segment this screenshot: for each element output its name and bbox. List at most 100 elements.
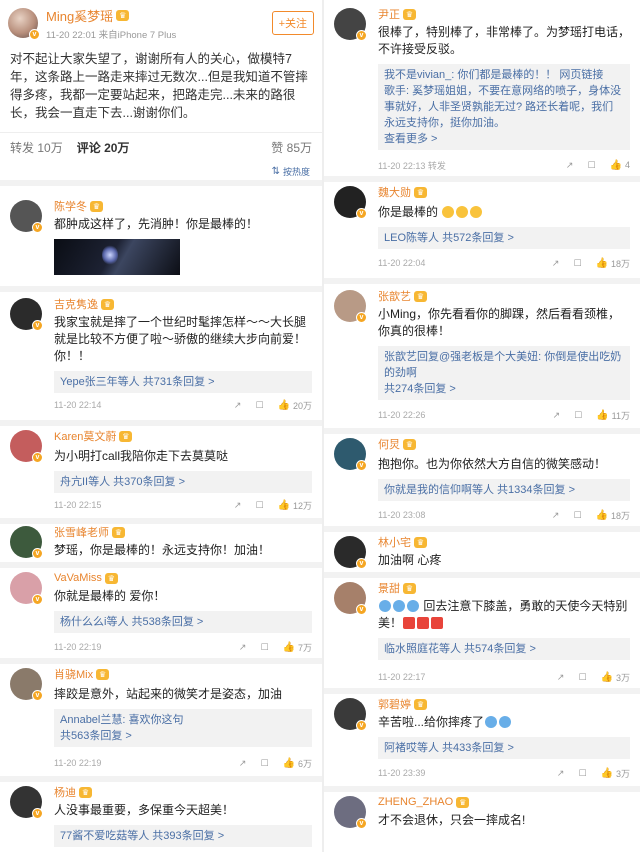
tab-repost[interactable]: 转发 10万 bbox=[10, 139, 63, 156]
share-icon[interactable]: ↗ bbox=[553, 410, 561, 421]
reply-icon[interactable]: ☐ bbox=[573, 510, 581, 521]
commenter-name[interactable]: 景甜 bbox=[378, 580, 400, 596]
reply-summary[interactable]: 张歆艺回复@强老板是个大美妞: 你倒是使出吃奶的劲啊 共274条回复 > bbox=[378, 346, 630, 400]
comment-footer: 11-20 22:19 ↗ ☐ 👍 7万 bbox=[54, 640, 312, 654]
commenter-avatar[interactable]: v bbox=[10, 572, 43, 605]
commenter-name[interactable]: Karen莫文蔚 bbox=[54, 428, 116, 444]
commenter-avatar[interactable]: v bbox=[334, 290, 367, 323]
like-button[interactable]: 👍 4 bbox=[610, 160, 630, 171]
reply-count-link[interactable]: 杨什么么i等人 共538条回复 > bbox=[60, 614, 306, 630]
like-button[interactable]: 👍 3万 bbox=[601, 767, 630, 780]
like-button[interactable]: 👍 7万 bbox=[283, 641, 312, 654]
commenter-avatar[interactable]: v bbox=[334, 438, 367, 471]
like-button[interactable]: 👍 11万 bbox=[596, 409, 630, 422]
share-icon[interactable]: ↗ bbox=[557, 768, 565, 779]
reply-count-link[interactable]: Yepe张三年等人 共731条回复 > bbox=[60, 374, 306, 390]
verified-badge-icon: v bbox=[356, 30, 367, 41]
commenter-avatar[interactable]: v bbox=[10, 200, 43, 233]
commenter-avatar[interactable]: v bbox=[10, 430, 43, 463]
reply-summary[interactable]: LEO陈等人 共572条回复 > bbox=[378, 227, 630, 249]
reply-icon[interactable]: ☐ bbox=[574, 410, 582, 421]
like-button[interactable]: 👍 6万 bbox=[283, 757, 312, 770]
commenter-name[interactable]: 陈学冬 bbox=[54, 198, 87, 214]
view-more-link[interactable]: 查看更多 > bbox=[384, 131, 624, 147]
commenter-name[interactable]: VaVaMiss bbox=[54, 572, 102, 584]
reply-count-link[interactable]: 阿褚哎等人 共433条回复 > bbox=[384, 740, 624, 756]
reply-count-link[interactable]: 共274条回复 > bbox=[384, 381, 624, 397]
reply-preview[interactable]: Annabel兰慧: 喜欢你这句 bbox=[60, 712, 306, 728]
commenter-avatar[interactable]: v bbox=[334, 186, 367, 219]
like-button[interactable]: 👍 18万 bbox=[596, 257, 630, 270]
reply-icon[interactable]: ☐ bbox=[260, 642, 268, 653]
reply-icon[interactable]: ☐ bbox=[260, 758, 268, 769]
comment-footer: 11-20 22:13 转发 ↗ ☐ 👍 4 bbox=[378, 158, 630, 172]
commenter-avatar[interactable]: v bbox=[10, 668, 43, 701]
commenter-avatar[interactable]: v bbox=[334, 796, 367, 829]
share-icon[interactable]: ↗ bbox=[239, 642, 247, 653]
sort-by-popularity[interactable]: ⇅ 按热度 bbox=[0, 162, 322, 186]
reply-icon[interactable]: ☐ bbox=[255, 500, 263, 511]
commenter-name[interactable]: 何炅 bbox=[378, 436, 400, 452]
post-author-avatar[interactable]: v bbox=[8, 8, 40, 40]
reply-count-link[interactable]: 77酱不爱吃菇等人 共393条回复 > bbox=[60, 828, 306, 844]
reply-summary[interactable]: 临水照庭花等人 共574条回复 > bbox=[378, 638, 630, 660]
reply-summary[interactable]: 77酱不爱吃菇等人 共393条回复 > bbox=[54, 825, 312, 847]
tab-comments[interactable]: 评论 20万 bbox=[77, 139, 130, 156]
commenter-name[interactable]: 张歆艺 bbox=[378, 288, 411, 304]
share-icon[interactable]: ↗ bbox=[552, 510, 560, 521]
reply-summary[interactable]: Annabel兰慧: 喜欢你这句 共563条回复 > bbox=[54, 709, 312, 747]
reply-count-link[interactable]: LEO陈等人 共572条回复 > bbox=[384, 230, 624, 246]
reply-preview[interactable]: 我不是vivian_: 你们都是最棒的！！ 网页链接 bbox=[384, 67, 624, 83]
commenter-avatar[interactable]: v bbox=[334, 536, 367, 569]
reply-icon[interactable]: ☐ bbox=[255, 400, 263, 411]
share-icon[interactable]: ↗ bbox=[552, 258, 560, 269]
commenter-name[interactable]: 肖骁Mix bbox=[54, 666, 93, 682]
share-icon[interactable]: ↗ bbox=[234, 400, 242, 411]
reply-summary[interactable]: 我不是vivian_: 你们都是最棒的！！ 网页链接 歌手: 奚梦瑶姐姐，不要在… bbox=[378, 64, 630, 150]
commenter-avatar[interactable]: v bbox=[334, 8, 367, 41]
reply-count-link[interactable]: 共563条回复 > bbox=[60, 728, 306, 744]
commenter-avatar[interactable]: v bbox=[10, 298, 43, 331]
commenter-avatar[interactable]: v bbox=[10, 786, 43, 819]
comment-separator bbox=[324, 572, 640, 578]
like-button[interactable]: 👍 3万 bbox=[601, 671, 630, 684]
share-icon[interactable]: ↗ bbox=[566, 160, 574, 171]
share-icon[interactable]: ↗ bbox=[239, 758, 247, 769]
reply-preview[interactable]: 张歆艺回复@强老板是个大美妞: 你倒是使出吃奶的劲啊 bbox=[384, 349, 624, 381]
commenter-name[interactable]: 林小宅 bbox=[378, 534, 411, 550]
commenter-avatar[interactable]: v bbox=[10, 526, 43, 559]
commenter-name[interactable]: ZHENG_ZHAO bbox=[378, 796, 453, 808]
reply-count-link[interactable]: 舟亢II等人 共370条回复 > bbox=[60, 474, 306, 490]
share-icon[interactable]: ↗ bbox=[234, 500, 242, 511]
commenter-avatar[interactable]: v bbox=[334, 698, 367, 731]
like-button[interactable]: 👍 18万 bbox=[596, 509, 630, 522]
reply-summary[interactable]: 舟亢II等人 共370条回复 > bbox=[54, 471, 312, 493]
comment-time: 11-20 22:19 bbox=[54, 642, 102, 652]
commenter-name[interactable]: 尹正 bbox=[378, 6, 400, 22]
like-button[interactable]: 👍 12万 bbox=[278, 499, 312, 512]
reply-summary[interactable]: 阿褚哎等人 共433条回复 > bbox=[378, 737, 630, 759]
commenter-name[interactable]: 郭碧婷 bbox=[378, 696, 411, 712]
reply-preview[interactable]: 歌手: 奚梦瑶姐姐，不要在意网络的喷子，身体没事就好，人非圣贤孰能无过? 路还长… bbox=[384, 83, 624, 131]
commenter-name[interactable]: 张雪峰老师 bbox=[54, 524, 109, 540]
reply-count-link[interactable]: 临水照庭花等人 共574条回复 > bbox=[384, 641, 624, 657]
tab-likes[interactable]: 赞 85万 bbox=[271, 139, 312, 156]
comment-image[interactable] bbox=[54, 239, 180, 275]
reply-icon[interactable]: ☐ bbox=[578, 768, 586, 779]
follow-button[interactable]: +关注 bbox=[271, 11, 314, 35]
like-button[interactable]: 👍 20万 bbox=[278, 399, 312, 412]
reply-count-link[interactable]: 你就是我的信仰啊等人 共1334条回复 > bbox=[384, 482, 624, 498]
reply-summary[interactable]: 杨什么么i等人 共538条回复 > bbox=[54, 611, 312, 633]
post-author-name[interactable]: Ming奚梦瑶 bbox=[46, 6, 113, 25]
share-icon[interactable]: ↗ bbox=[557, 672, 565, 683]
commenter-avatar[interactable]: v bbox=[334, 582, 367, 615]
reply-icon[interactable]: ☐ bbox=[587, 160, 595, 171]
reply-summary[interactable]: Yepe张三年等人 共731条回复 > bbox=[54, 371, 312, 393]
commenter-name[interactable]: 魏大勋 bbox=[378, 184, 411, 200]
comment-separator bbox=[0, 420, 322, 426]
reply-icon[interactable]: ☐ bbox=[573, 258, 581, 269]
reply-summary[interactable]: 你就是我的信仰啊等人 共1334条回复 > bbox=[378, 479, 630, 501]
commenter-name[interactable]: 杨迪 bbox=[54, 784, 76, 800]
reply-icon[interactable]: ☐ bbox=[578, 672, 586, 683]
commenter-name[interactable]: 吉克隽逸 bbox=[54, 296, 98, 312]
